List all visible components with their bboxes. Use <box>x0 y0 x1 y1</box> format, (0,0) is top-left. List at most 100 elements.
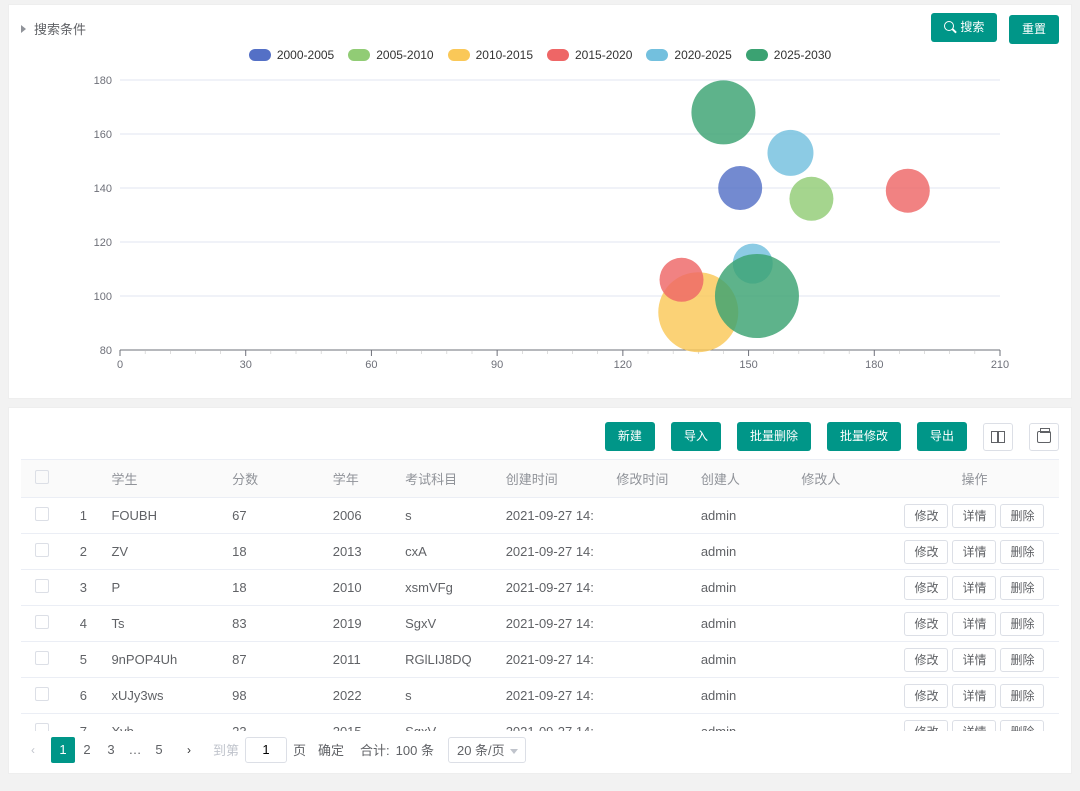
row-edit-button[interactable]: 修改 <box>904 720 948 731</box>
legend-label: 2005-2010 <box>376 48 433 62</box>
row-detail-button[interactable]: 详情 <box>952 576 996 600</box>
row-checkbox[interactable] <box>35 723 49 731</box>
row-delete-button[interactable]: 删除 <box>1000 720 1044 731</box>
row-edit-button[interactable]: 修改 <box>904 540 948 564</box>
search-collapse-toggle[interactable]: 搜索条件 <box>21 19 86 38</box>
row-detail-button[interactable]: 详情 <box>952 648 996 672</box>
table-row: 7Xvb232015SgxV2021-09-27 14:admin修改详情删除 <box>21 713 1059 731</box>
row-detail-button[interactable]: 详情 <box>952 720 996 731</box>
cell-updated-at <box>608 569 692 605</box>
row-edit-button[interactable]: 修改 <box>904 648 948 672</box>
row-delete-button[interactable]: 删除 <box>1000 684 1044 708</box>
legend-label: 2025-2030 <box>774 48 831 62</box>
row-detail-button[interactable]: 详情 <box>952 612 996 636</box>
select-all-checkbox[interactable] <box>35 470 49 484</box>
reset-button[interactable]: 重置 <box>1009 15 1059 44</box>
table-scroll[interactable]: 学生 分数 学年 考试科目 创建时间 修改时间 创建人 修改人 操作 1FOUB… <box>21 459 1059 731</box>
columns-settings-button[interactable] <box>983 423 1013 451</box>
row-edit-button[interactable]: 修改 <box>904 504 948 528</box>
jump-input[interactable] <box>245 737 287 763</box>
legend-item[interactable]: 2000-2005 <box>249 48 334 62</box>
row-detail-button[interactable]: 详情 <box>952 504 996 528</box>
row-index: 7 <box>63 713 103 731</box>
chart-bubble[interactable] <box>789 177 833 221</box>
table-row: 6xUJy3ws982022s2021-09-27 14:admin修改详情删除 <box>21 677 1059 713</box>
row-edit-button[interactable]: 修改 <box>904 576 948 600</box>
table-panel: 新建 导入 批量删除 批量修改 导出 <box>8 407 1072 774</box>
legend-label: 2010-2015 <box>476 48 533 62</box>
page-number[interactable]: 2 <box>75 737 99 763</box>
total-prefix: 合计: <box>360 740 390 759</box>
import-button[interactable]: 导入 <box>671 422 721 451</box>
legend-item[interactable]: 2015-2020 <box>547 48 632 62</box>
th-year: 学年 <box>325 460 397 498</box>
cell-score: 83 <box>224 605 325 641</box>
cell-updated-at <box>608 713 692 731</box>
page-number[interactable]: 1 <box>51 737 75 763</box>
row-checkbox[interactable] <box>35 651 49 665</box>
svg-text:60: 60 <box>365 359 377 371</box>
data-table: 学生 分数 学年 考试科目 创建时间 修改时间 创建人 修改人 操作 1FOUB… <box>21 460 1059 731</box>
row-detail-button[interactable]: 详情 <box>952 684 996 708</box>
svg-text:210: 210 <box>991 359 1009 371</box>
cell-year: 2011 <box>325 641 397 677</box>
legend-dot-icon <box>746 49 768 61</box>
row-checkbox[interactable] <box>35 579 49 593</box>
cell-updated-by <box>793 713 890 731</box>
cell-student: FOUBH <box>103 497 224 533</box>
row-edit-button[interactable]: 修改 <box>904 612 948 636</box>
cell-year: 2006 <box>325 497 397 533</box>
row-delete-button[interactable]: 删除 <box>1000 540 1044 564</box>
columns-icon <box>991 431 1005 443</box>
table-row: 2ZV182013cxA2021-09-27 14:admin修改详情删除 <box>21 533 1059 569</box>
legend-item[interactable]: 2025-2030 <box>746 48 831 62</box>
row-checkbox[interactable] <box>35 687 49 701</box>
legend-label: 2015-2020 <box>575 48 632 62</box>
th-updated-by: 修改人 <box>793 460 890 498</box>
cell-year: 2019 <box>325 605 397 641</box>
row-index: 1 <box>63 497 103 533</box>
cell-year: 2010 <box>325 569 397 605</box>
row-delete-button[interactable]: 删除 <box>1000 504 1044 528</box>
page-next[interactable]: › <box>177 737 201 763</box>
cell-created-at: 2021-09-27 14: <box>498 641 609 677</box>
row-delete-button[interactable]: 删除 <box>1000 612 1044 636</box>
chart-bubble[interactable] <box>691 81 755 145</box>
page-number[interactable]: 3 <box>99 737 123 763</box>
chart-bubble[interactable] <box>767 130 813 176</box>
print-button[interactable] <box>1029 423 1059 451</box>
export-button[interactable]: 导出 <box>917 422 967 451</box>
page-size-select[interactable]: 20 条/页 <box>448 737 526 763</box>
table-row: 1FOUBH672006s2021-09-27 14:admin修改详情删除 <box>21 497 1059 533</box>
jump-confirm[interactable]: 确定 <box>318 740 344 759</box>
row-checkbox[interactable] <box>35 615 49 629</box>
row-detail-button[interactable]: 详情 <box>952 540 996 564</box>
chart-bubble[interactable] <box>660 258 704 302</box>
row-checkbox[interactable] <box>35 507 49 521</box>
row-delete-button[interactable]: 删除 <box>1000 576 1044 600</box>
chart-bubble[interactable] <box>718 166 762 210</box>
row-delete-button[interactable]: 删除 <box>1000 648 1044 672</box>
svg-text:180: 180 <box>865 359 883 371</box>
legend-item[interactable]: 2005-2010 <box>348 48 433 62</box>
chart-bubble[interactable] <box>715 254 799 338</box>
search-button[interactable]: 搜索 <box>931 13 997 42</box>
cell-subject: xsmVFg <box>397 569 498 605</box>
cell-updated-by <box>793 497 890 533</box>
bulk-delete-button[interactable]: 批量删除 <box>737 422 811 451</box>
row-checkbox[interactable] <box>35 543 49 557</box>
bulk-edit-button[interactable]: 批量修改 <box>827 422 901 451</box>
cell-created-at: 2021-09-27 14: <box>498 569 609 605</box>
page-prev[interactable]: ‹ <box>21 737 45 763</box>
cell-subject: s <box>397 677 498 713</box>
cell-created-by: admin <box>693 497 794 533</box>
cell-updated-by <box>793 641 890 677</box>
cell-year: 2013 <box>325 533 397 569</box>
chart-bubble[interactable] <box>886 169 930 213</box>
page-number[interactable]: 5 <box>147 737 171 763</box>
legend-item[interactable]: 2020-2025 <box>646 48 731 62</box>
svg-text:180: 180 <box>94 75 112 87</box>
row-edit-button[interactable]: 修改 <box>904 684 948 708</box>
new-button[interactable]: 新建 <box>605 422 655 451</box>
legend-item[interactable]: 2010-2015 <box>448 48 533 62</box>
